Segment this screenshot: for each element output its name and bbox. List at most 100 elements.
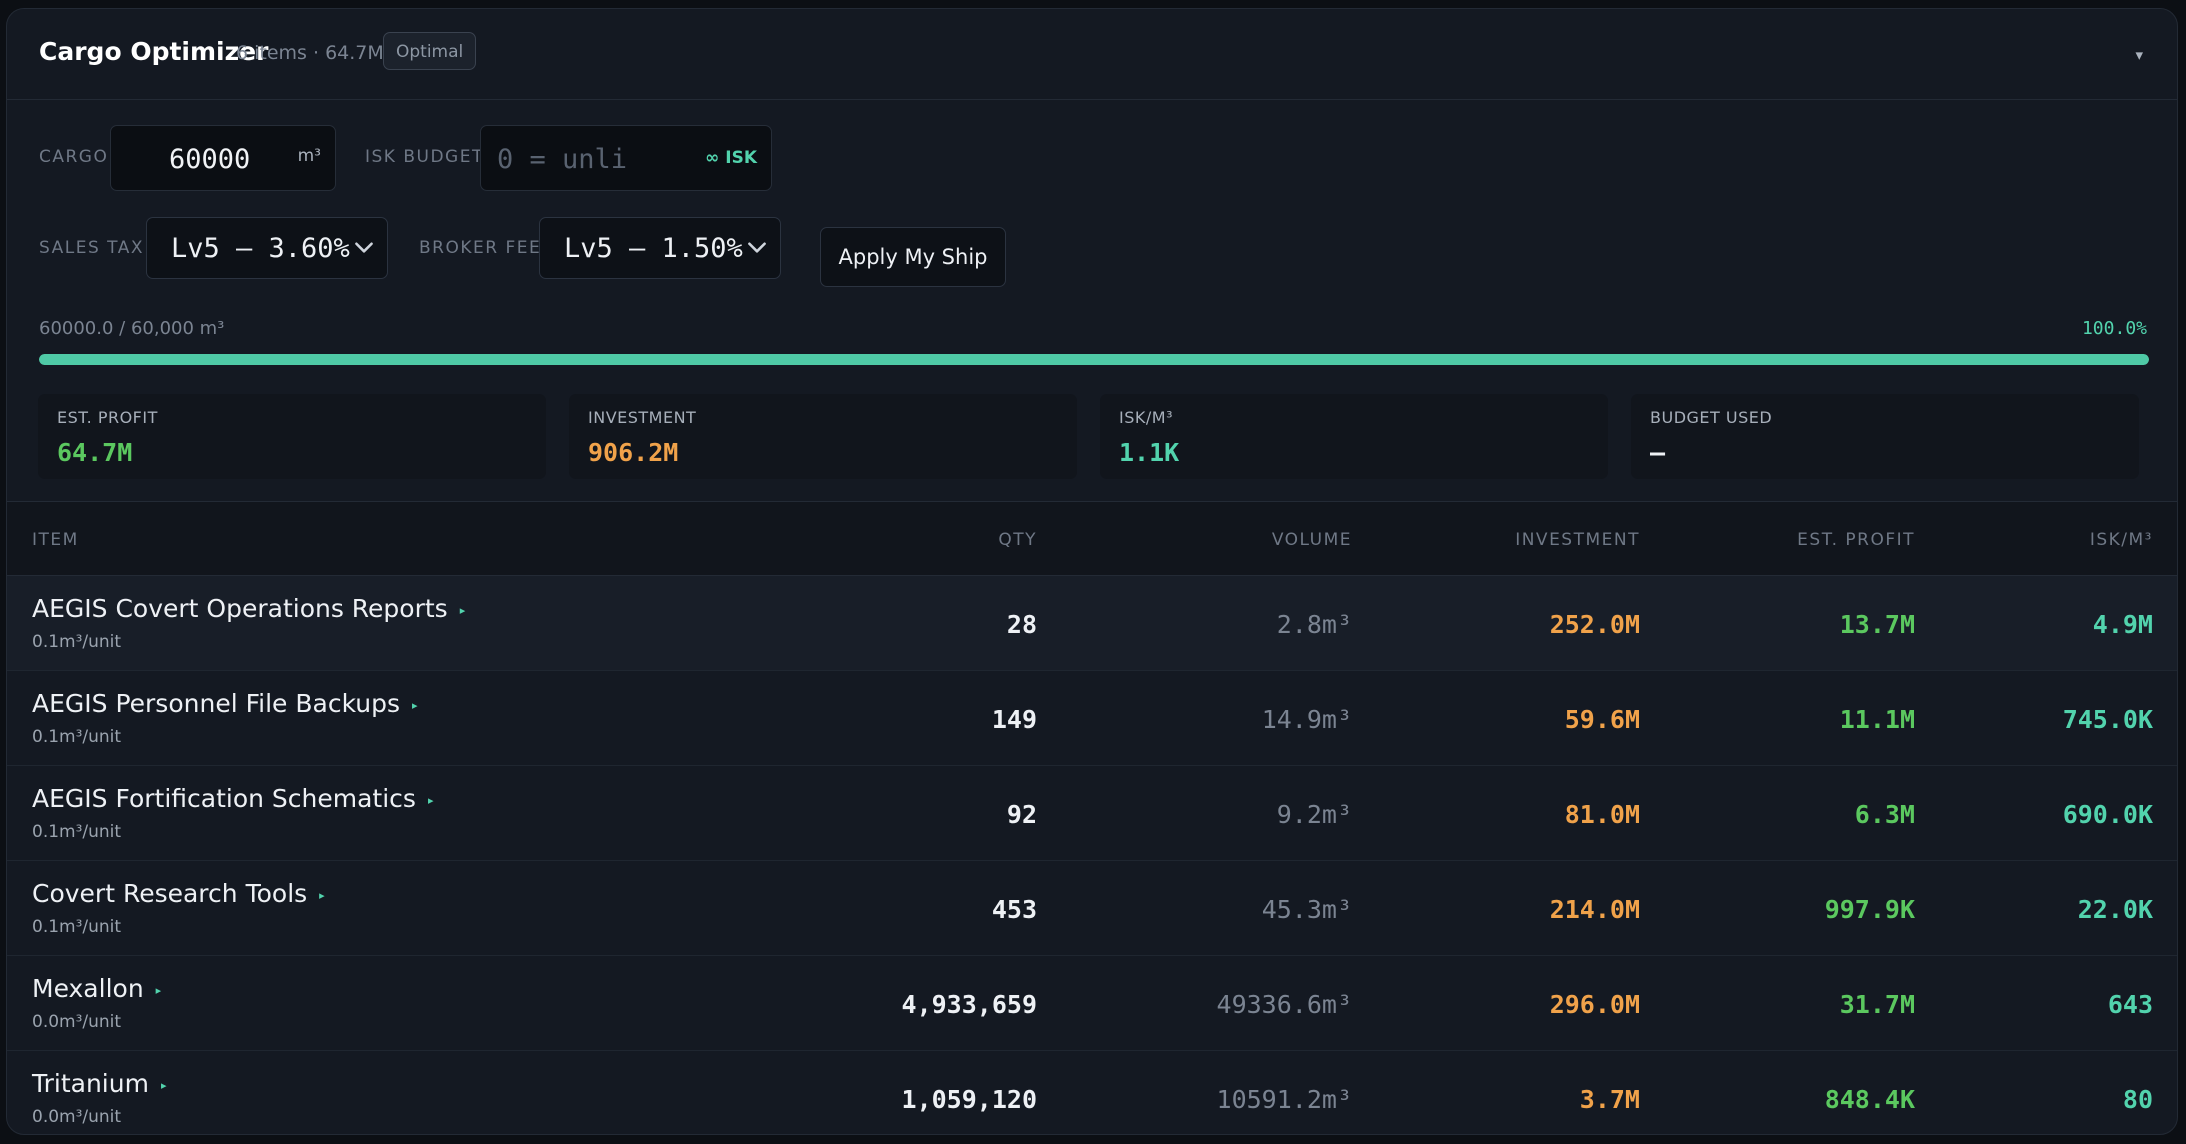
stat-label: INVESTMENT	[588, 408, 697, 427]
expand-arrow-icon[interactable]: ▸	[428, 794, 434, 807]
profit-cell: 848.4K	[1824, 1085, 1915, 1114]
chevron-down-icon	[748, 242, 766, 253]
stat-card-budget-used: BUDGET USED —	[1631, 394, 2139, 479]
broker-fee-value: Lv5 — 1.50%	[564, 233, 743, 264]
sales-tax-select[interactable]: Lv5 — 3.60%	[146, 217, 388, 279]
capacity-bar-fill	[39, 354, 2149, 365]
capacity-text: 60000.0 / 60,000 m³	[39, 318, 225, 339]
investment-cell: 81.0M	[1564, 800, 1640, 829]
unit-volume: 0.0m³/unit	[32, 1107, 122, 1127]
item-name-text: AEGIS Fortification Schematics	[32, 784, 416, 813]
expand-arrow-icon[interactable]: ▸	[319, 889, 325, 902]
table-row[interactable]: Mexallon ▸ 0.0m³/unit 4,933,659 49336.6m³…	[7, 956, 2177, 1051]
isk-m3-cell: 22.0K	[2077, 895, 2153, 924]
volume-cell: 2.8m³	[1276, 610, 1352, 639]
unit-volume: 0.1m³/unit	[32, 917, 122, 937]
capacity-percent: 100.0%	[2081, 318, 2147, 339]
volume-cell: 45.3m³	[1261, 895, 1352, 924]
item-name-text: Tritanium	[32, 1069, 149, 1098]
investment-cell: 296.0M	[1549, 990, 1640, 1019]
panel-title: Cargo Optimizer	[39, 37, 269, 66]
stat-value: 906.2M	[588, 438, 679, 467]
unit-volume: 0.1m³/unit	[32, 822, 122, 842]
isk-budget-unit: ∞ ISK	[705, 148, 757, 168]
stat-value: 1.1K	[1119, 438, 1180, 467]
col-header-isk-m3[interactable]: ISK/M³	[2090, 530, 2153, 550]
qty-cell: 1,059,120	[901, 1085, 1037, 1114]
col-header-est-profit[interactable]: EST. PROFIT	[1797, 530, 1915, 550]
volume-cell: 9.2m³	[1276, 800, 1352, 829]
stat-value: 64.7M	[57, 438, 133, 467]
item-name-text: Mexallon	[32, 974, 144, 1003]
table-row[interactable]: Covert Research Tools ▸ 0.1m³/unit 453 45…	[7, 861, 2177, 956]
isk-m3-cell: 80	[2122, 1085, 2153, 1114]
qty-cell: 453	[991, 895, 1037, 924]
sales-tax-label: SALES TAX	[39, 238, 144, 258]
qty-cell: 92	[1006, 800, 1037, 829]
stat-card-est-profit: EST. PROFIT 64.7M	[38, 394, 546, 479]
investment-cell: 252.0M	[1549, 610, 1640, 639]
stat-label: ISK/M³	[1119, 408, 1173, 427]
volume-cell: 10591.2m³	[1216, 1085, 1352, 1114]
expand-arrow-icon[interactable]: ▸	[412, 699, 418, 712]
isk-m3-cell: 745.0K	[2062, 705, 2153, 734]
profit-cell: 13.7M	[1839, 610, 1915, 639]
item-name[interactable]: AEGIS Covert Operations Reports ▸	[32, 594, 465, 623]
cargo-unit: m³	[297, 146, 321, 166]
unit-volume: 0.0m³/unit	[32, 1012, 122, 1032]
profit-cell: 6.3M	[1854, 800, 1915, 829]
col-header-volume[interactable]: VOLUME	[1272, 530, 1352, 550]
investment-cell: 214.0M	[1549, 895, 1640, 924]
isk-m3-cell: 4.9M	[2092, 610, 2153, 639]
cargo-input[interactable]: 60000 m³	[110, 125, 336, 191]
isk-m3-cell: 690.0K	[2062, 800, 2153, 829]
volume-cell: 14.9m³	[1261, 705, 1352, 734]
cargo-table: ITEM QTY VOLUME INVESTMENT EST. PROFIT I…	[7, 501, 2177, 1134]
broker-fee-select[interactable]: Lv5 — 1.50%	[539, 217, 781, 279]
item-name[interactable]: AEGIS Fortification Schematics ▸	[32, 784, 433, 813]
qty-cell: 28	[1006, 610, 1037, 639]
isk-m3-cell: 643	[2107, 990, 2153, 1019]
stat-card-isk-per-m3: ISK/M³ 1.1K	[1100, 394, 1608, 479]
expand-arrow-icon[interactable]: ▸	[156, 984, 162, 997]
isk-budget-placeholder: 0 = unlimited	[497, 144, 627, 175]
cargo-value: 60000	[169, 144, 251, 175]
cargo-optimizer-panel: Cargo Optimizer 6 items · 64.7M Optimal …	[6, 8, 2178, 1135]
isk-budget-input[interactable]: 0 = unlimited ∞ ISK	[480, 125, 772, 191]
col-header-investment[interactable]: INVESTMENT	[1515, 530, 1640, 550]
isk-budget-label: ISK BUDGET	[365, 147, 484, 167]
collapse-chevron-icon[interactable]: ▾	[2135, 46, 2143, 64]
col-header-qty[interactable]: QTY	[998, 530, 1037, 550]
qty-cell: 149	[991, 705, 1037, 734]
item-name[interactable]: Covert Research Tools ▸	[32, 879, 325, 908]
item-name[interactable]: Tritanium ▸	[32, 1069, 166, 1098]
panel-header[interactable]: Cargo Optimizer 6 items · 64.7M Optimal …	[7, 9, 2177, 100]
cargo-label: CARGO	[39, 147, 109, 167]
expand-arrow-icon[interactable]: ▸	[460, 604, 466, 617]
volume-cell: 49336.6m³	[1216, 990, 1352, 1019]
qty-cell: 4,933,659	[901, 990, 1037, 1019]
investment-cell: 3.7M	[1579, 1085, 1640, 1114]
panel-summary: 6 items · 64.7M	[236, 42, 384, 64]
item-name[interactable]: AEGIS Personnel File Backups ▸	[32, 689, 418, 718]
profit-cell: 11.1M	[1839, 705, 1915, 734]
stat-label: EST. PROFIT	[57, 408, 158, 427]
table-header: ITEM QTY VOLUME INVESTMENT EST. PROFIT I…	[7, 502, 2177, 576]
table-row[interactable]: AEGIS Fortification Schematics ▸ 0.1m³/un…	[7, 766, 2177, 861]
item-name[interactable]: Mexallon ▸	[32, 974, 161, 1003]
profit-cell: 997.9K	[1824, 895, 1915, 924]
chevron-down-icon	[355, 242, 373, 253]
expand-arrow-icon[interactable]: ▸	[161, 1079, 167, 1092]
stat-label: BUDGET USED	[1650, 408, 1773, 427]
sales-tax-value: Lv5 — 3.60%	[171, 233, 350, 264]
status-badge: Optimal	[383, 32, 477, 70]
apply-my-ship-button[interactable]: Apply My Ship	[820, 227, 1006, 287]
stat-card-investment: INVESTMENT 906.2M	[569, 394, 1077, 479]
capacity-bar	[39, 354, 2149, 365]
col-header-item[interactable]: ITEM	[32, 530, 79, 550]
item-name-text: AEGIS Covert Operations Reports	[32, 594, 448, 623]
table-row[interactable]: AEGIS Personnel File Backups ▸ 0.1m³/unit…	[7, 671, 2177, 766]
table-row[interactable]: Tritanium ▸ 0.0m³/unit 1,059,120 10591.2m…	[7, 1051, 2177, 1134]
table-row[interactable]: AEGIS Covert Operations Reports ▸ 0.1m³/u…	[7, 576, 2177, 671]
unit-volume: 0.1m³/unit	[32, 632, 122, 652]
